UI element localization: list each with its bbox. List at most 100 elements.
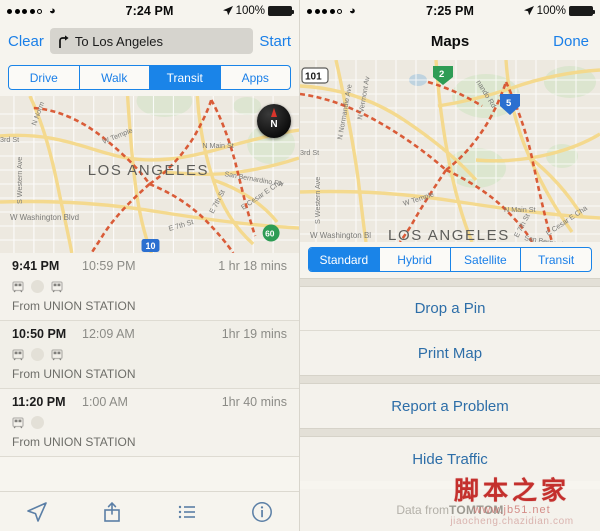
svg-text:101: 101: [305, 72, 322, 83]
map-label-w-washington-blvd: W Washington Blvd: [10, 213, 79, 222]
start-button[interactable]: Start: [259, 33, 291, 50]
destination-value: To Los Angeles: [74, 33, 164, 49]
segment-transit[interactable]: Transit: [150, 66, 221, 89]
map-label-n-main-st: N Main St: [504, 205, 536, 214]
share-icon[interactable]: [100, 500, 124, 524]
info-icon[interactable]: [250, 500, 274, 524]
route-legs: [12, 280, 287, 293]
menu-separator: [300, 428, 600, 437]
route-arrive-time: 10:59 PM: [82, 259, 136, 273]
segment-standard[interactable]: Standard: [309, 248, 380, 271]
train-icon: [51, 348, 63, 360]
map-canvas-right: 3rd St S Western Ave W Washington Bl N N…: [300, 60, 600, 242]
turn-right-arrow-icon: [59, 34, 69, 48]
hide-traffic-button[interactable]: Hide Traffic: [300, 437, 600, 481]
travel-mode-segmented-control[interactable]: Drive Walk Transit Apps: [8, 65, 291, 90]
route-arrive-time: 1:00 AM: [82, 395, 128, 409]
train-icon: [51, 280, 63, 292]
destination-search-field[interactable]: To Los Angeles: [49, 28, 254, 54]
segment-drive[interactable]: Drive: [9, 66, 80, 89]
status-bar-right: ◕ 7:25 PM 100%: [300, 0, 600, 22]
attribution-prefix: Data from: [396, 503, 449, 517]
svg-text:5: 5: [506, 98, 512, 109]
route-duration: 1 hr 18 mins: [218, 259, 287, 273]
drop-a-pin-button[interactable]: Drop a Pin: [300, 287, 600, 331]
map-label-3rd-st: 3rd St: [300, 148, 319, 157]
map-options-menu-secondary: Report a Problem: [300, 384, 600, 428]
maps-nav-bar: Maps Done: [300, 22, 600, 60]
route-legs: [12, 416, 287, 429]
train-icon: [12, 348, 24, 360]
left-screen-directions: ◕ 7:24 PM 100% Clear To Los Angeles Star…: [0, 0, 300, 531]
route-depart-time: 11:20 PM: [12, 395, 66, 409]
map-city-label-right: LOS ANGELES: [388, 227, 510, 242]
compass-north-label: N: [270, 118, 278, 130]
map-label-s-western-ave: S Western Ave: [16, 157, 24, 204]
table-row[interactable]: 10:50 PM 12:09 AM 1hr 19 mins From UNION…: [0, 321, 299, 389]
map-options-menu: Drop a Pin Print Map: [300, 287, 600, 375]
route-origin: From UNION STATION: [12, 299, 136, 313]
route-origin: From UNION STATION: [12, 435, 136, 449]
map-type-segmented-wrap: Standard Hybrid Satellite Transit: [300, 242, 600, 278]
route-duration: 1hr 40 mins: [221, 395, 287, 409]
done-button[interactable]: Done: [553, 33, 589, 50]
directions-nav-bar: Clear To Los Angeles Start: [0, 22, 299, 60]
map-label-s-western-ave: S Western Ave: [313, 177, 322, 224]
list-icon[interactable]: [175, 500, 199, 524]
map-shield-10: 10: [141, 239, 160, 252]
route-times: 9:41 PM 10:59 PM 1 hr 18 mins: [12, 259, 287, 273]
battery-percent-label: 100%: [536, 5, 566, 17]
map-view-right[interactable]: 3rd St S Western Ave W Washington Bl N N…: [300, 60, 600, 242]
report-a-problem-button[interactable]: Report a Problem: [300, 384, 600, 428]
segment-walk[interactable]: Walk: [80, 66, 150, 89]
travel-mode-segmented-wrap: Drive Walk Transit Apps: [0, 60, 299, 96]
transit-routes-list: 9:41 PM 10:59 PM 1 hr 18 mins From UNION…: [0, 253, 299, 457]
segment-hybrid[interactable]: Hybrid: [380, 248, 451, 271]
battery-icon: [268, 6, 294, 16]
route-legs: [12, 348, 287, 361]
table-row[interactable]: 11:20 PM 1:00 AM 1hr 40 mins From UNION …: [0, 389, 299, 457]
battery-icon: [569, 6, 595, 16]
route-origin: From UNION STATION: [12, 367, 136, 381]
map-data-attribution: Data from TOMTOM: [300, 489, 600, 531]
map-type-segmented-control[interactable]: Standard Hybrid Satellite Transit: [308, 247, 592, 272]
table-row[interactable]: 9:41 PM 10:59 PM 1 hr 18 mins From UNION…: [0, 253, 299, 321]
print-map-button[interactable]: Print Map: [300, 331, 600, 375]
location-arrow-icon[interactable]: [25, 500, 49, 524]
map-options-menu-tertiary: Hide Traffic: [300, 437, 600, 481]
map-shield-101: 101: [301, 67, 329, 84]
clear-button[interactable]: Clear: [8, 33, 44, 50]
route-times: 10:50 PM 12:09 AM 1hr 19 mins: [12, 327, 287, 341]
location-arrow-icon: [222, 6, 233, 16]
page-title: Maps: [430, 32, 470, 50]
train-icon: [12, 280, 24, 292]
transfer-dot: [31, 280, 44, 293]
map-view-left[interactable]: 3rd St S Western Ave W Washington Blvd N…: [0, 96, 299, 253]
transfer-dot: [31, 348, 44, 361]
status-bar-left: ◕ 7:24 PM 100%: [0, 0, 299, 22]
route-depart-time: 10:50 PM: [12, 327, 67, 341]
train-icon: [12, 416, 24, 428]
menu-separator: [300, 278, 600, 287]
svg-text:10: 10: [146, 241, 156, 251]
map-label-n-main-st: N Main St: [202, 142, 233, 150]
menu-separator: [300, 375, 600, 384]
segment-transit[interactable]: Transit: [521, 248, 591, 271]
status-bar-right-group: 100%: [523, 5, 595, 17]
map-label-w-washington-bl: W Washington Bl: [310, 231, 371, 240]
svg-text:2: 2: [439, 69, 444, 80]
map-canvas-left: 3rd St S Western Ave W Washington Blvd N…: [0, 96, 299, 253]
compass-icon[interactable]: N: [257, 104, 291, 138]
segment-apps[interactable]: Apps: [221, 66, 291, 89]
status-bar-right-group: 100%: [222, 5, 294, 17]
map-label-3rd-st: 3rd St: [0, 136, 19, 144]
attribution-provider: TOMTOM: [449, 503, 504, 517]
battery-percent-label: 100%: [235, 5, 265, 17]
right-screen-map-options: ◕ 7:25 PM 100% Maps Done 3rd St S Wester…: [300, 0, 600, 531]
svg-text:60: 60: [265, 228, 275, 238]
route-times: 11:20 PM 1:00 AM 1hr 40 mins: [12, 395, 287, 409]
route-depart-time: 9:41 PM: [12, 259, 60, 273]
map-city-label-left: LOS ANGELES: [88, 162, 209, 179]
route-arrive-time: 12:09 AM: [82, 327, 135, 341]
segment-satellite[interactable]: Satellite: [451, 248, 522, 271]
